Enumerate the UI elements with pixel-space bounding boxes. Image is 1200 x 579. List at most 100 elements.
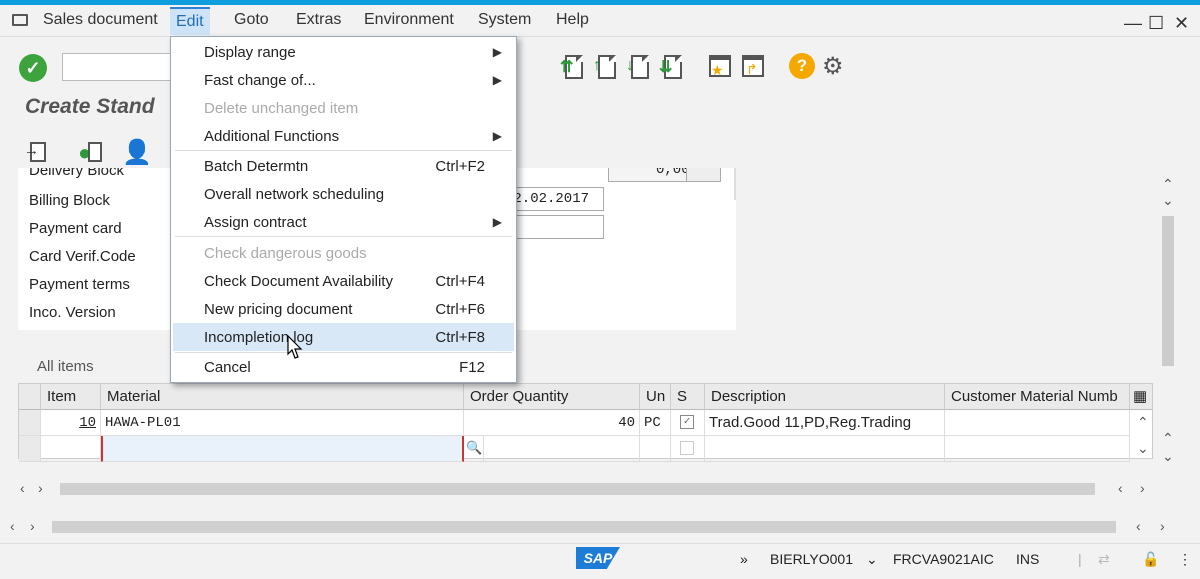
table-settings-icon[interactable]: ▦ — [1130, 384, 1153, 410]
items-section-title: All items — [37, 358, 94, 375]
submenu-arrow-icon: ▶ — [492, 129, 502, 143]
status-lock-icon[interactable]: 🔓 — [1142, 551, 1159, 568]
menu-item-assign-contract[interactable]: Assign contract — [204, 214, 307, 231]
main-scroll-left2-icon[interactable]: ‹ — [1136, 518, 1141, 534]
main-scroll-right2-icon[interactable]: › — [1160, 518, 1165, 534]
table-scroll-right-icon[interactable]: › — [38, 480, 43, 496]
partner-icon[interactable]: 👤 — [119, 139, 152, 166]
cell-item[interactable] — [41, 436, 101, 462]
enter-checkmark-icon[interactable]: ✓ — [19, 54, 47, 82]
header-details-icon[interactable]: ● — [78, 140, 102, 165]
menu-item-batch-determtn[interactable]: Batch Determtn — [204, 158, 308, 175]
menu-system[interactable]: System — [478, 11, 531, 29]
close-icon[interactable]: ✕ — [1174, 13, 1189, 34]
shortcut-new-pricing: Ctrl+F6 — [435, 301, 485, 318]
menu-bar: Sales document Edit Goto Extras Environm… — [0, 5, 1200, 37]
main-scroll-down-icon[interactable]: ⌄ — [1162, 192, 1174, 209]
status-more-icon[interactable]: ⋮ — [1178, 551, 1192, 568]
menu-item-new-pricing-document[interactable]: New pricing document — [204, 301, 352, 318]
cell-s[interactable] — [671, 436, 705, 462]
cell-order-quantity[interactable]: 40 — [464, 410, 640, 436]
cell-material[interactable]: HAWA-PL01 — [101, 410, 464, 436]
table-scroll-up-icon[interactable]: ⌃ — [1137, 414, 1149, 431]
col-header-customer-material[interactable]: Customer Material Numb — [945, 384, 1130, 410]
mouse-cursor-icon — [287, 335, 303, 359]
previous-page-icon[interactable]: ↑ — [593, 53, 619, 81]
row-selector[interactable] — [19, 436, 41, 462]
menu-icon[interactable] — [12, 14, 28, 26]
form-scroll-up-icon[interactable]: ⌃ — [734, 286, 736, 303]
form-scroll-down-icon[interactable]: ⌄ — [734, 306, 736, 323]
main-scroll-thumb[interactable] — [1162, 216, 1174, 366]
status-expand-icon[interactable]: » — [740, 551, 748, 567]
material-search-icon[interactable]: 🔍 — [464, 436, 484, 462]
delivery-block-extra — [686, 168, 721, 182]
main-scroll-right-icon[interactable]: › — [30, 518, 35, 534]
cell-description[interactable] — [705, 436, 945, 462]
table-scroll-down-icon[interactable]: ⌄ — [1137, 440, 1149, 457]
table-scroll-right2-icon[interactable]: › — [1140, 480, 1145, 496]
settings-gear-icon[interactable]: ⚙ — [822, 53, 848, 81]
import-icon[interactable]: → — [24, 140, 48, 164]
cell-description[interactable]: Trad.Good 11,PD,Reg.Trading — [705, 410, 945, 436]
menu-environment[interactable]: Environment — [364, 11, 454, 29]
menu-item-cancel[interactable]: Cancel — [204, 359, 251, 376]
s-checkbox[interactable]: ✓ — [680, 415, 694, 429]
new-session-icon[interactable]: ★ — [707, 53, 733, 81]
status-transfer-icon[interactable]: ⇄ — [1098, 551, 1110, 568]
submenu-arrow-icon: ▶ — [492, 215, 502, 229]
menu-edit[interactable]: Edit — [170, 7, 210, 35]
cell-customer-material[interactable] — [945, 436, 1130, 462]
main-vertical-scrollbar[interactable]: ⌃ ⌄ ⌃ ⌄ — [1160, 168, 1176, 473]
menu-item-check-document-availability[interactable]: Check Document Availability — [204, 273, 393, 290]
cell-item[interactable]: 10 — [41, 410, 101, 436]
main-scroll-down2-icon[interactable]: ⌄ — [1162, 448, 1174, 465]
menu-extras[interactable]: Extras — [296, 11, 341, 29]
col-header-material[interactable]: Material — [101, 384, 464, 410]
col-header-s[interactable]: S — [671, 384, 705, 410]
next-page-icon[interactable]: ↓ — [626, 53, 652, 81]
minimize-icon[interactable]: — — [1124, 13, 1142, 34]
cell-s[interactable]: ✓ — [671, 410, 705, 436]
row-selector[interactable] — [19, 410, 41, 436]
s-checkbox[interactable] — [680, 441, 694, 455]
first-page-icon[interactable]: ⇈ — [560, 53, 586, 81]
main-scroll-left-icon[interactable]: ‹ — [10, 518, 15, 534]
col-header-item[interactable]: Item — [41, 384, 101, 410]
cell-unit[interactable]: PC — [640, 410, 671, 436]
maximize-icon[interactable]: ☐ — [1148, 13, 1164, 34]
menu-sales-document[interactable]: Sales document — [43, 11, 158, 29]
shortcut-cancel: F12 — [459, 359, 485, 376]
main-scroll-up-icon[interactable]: ⌃ — [1162, 176, 1174, 193]
shortcut-check-availability: Ctrl+F4 — [435, 273, 485, 290]
menu-help[interactable]: Help — [556, 11, 589, 29]
cell-customer-material[interactable] — [945, 410, 1130, 436]
menu-item-fast-change[interactable]: Fast change of... — [204, 72, 316, 89]
cell-material-input[interactable] — [101, 436, 464, 462]
status-user-dropdown-icon[interactable]: ⌄ — [866, 551, 878, 568]
shortcut-icon[interactable]: ↱ — [740, 53, 766, 81]
form-scrollbar-thumb[interactable] — [734, 168, 736, 200]
main-horizontal-scrollbar[interactable] — [52, 521, 1116, 533]
main-scroll-up2-icon[interactable]: ⌃ — [1162, 430, 1174, 447]
table-scroll-left-icon[interactable]: ‹ — [20, 480, 25, 496]
submenu-arrow-icon: ▶ — [492, 45, 502, 59]
table-scroll-left2-icon[interactable]: ‹ — [1118, 480, 1123, 496]
col-header-order-quantity[interactable]: Order Quantity — [464, 384, 640, 410]
col-header-unit[interactable]: Un — [640, 384, 671, 410]
help-icon[interactable]: ? — [789, 53, 815, 81]
menu-item-display-range[interactable]: Display range — [204, 44, 296, 61]
menu-item-overall-network-scheduling[interactable]: Overall network scheduling — [204, 186, 384, 203]
status-divider: | — [1078, 551, 1082, 567]
cell-unit[interactable] — [640, 436, 671, 462]
table-horizontal-scrollbar[interactable] — [60, 483, 1095, 495]
col-header-description[interactable]: Description — [705, 384, 945, 410]
field-label-card-verif-code: Card Verif.Code — [29, 248, 136, 265]
shortcut-batch: Ctrl+F2 — [435, 158, 485, 175]
last-page-icon[interactable]: ⇊ — [659, 53, 685, 81]
row-selector-header[interactable] — [19, 384, 41, 410]
menu-goto[interactable]: Goto — [234, 11, 269, 29]
command-field[interactable] — [62, 53, 174, 81]
cell-order-quantity[interactable] — [484, 436, 640, 462]
menu-item-additional-functions[interactable]: Additional Functions — [204, 128, 339, 145]
